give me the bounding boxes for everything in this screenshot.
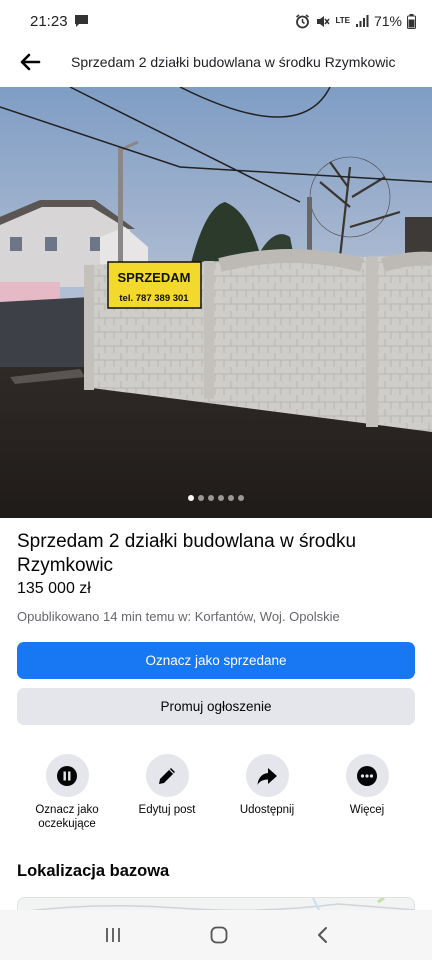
action-more[interactable]: Więcej	[317, 754, 417, 831]
status-time: 21:23	[30, 12, 68, 30]
action-edit-post[interactable]: Edytuj post	[117, 754, 217, 831]
alarm-icon	[296, 13, 310, 28]
carousel-dots	[0, 495, 432, 501]
arrow-left-icon	[20, 53, 41, 71]
status-bar: 21:23 LTE 71%	[0, 0, 432, 42]
location-section-title: Lokalizacja bazowa	[17, 862, 170, 880]
status-left: 21:23	[30, 13, 89, 30]
action-circle[interactable]	[245, 754, 289, 797]
recent-apps-icon[interactable]	[104, 927, 122, 943]
action-circle[interactable]	[145, 754, 189, 797]
action-label: Więcej	[349, 804, 385, 816]
back-button[interactable]	[0, 42, 60, 82]
carousel-dot[interactable]	[238, 495, 244, 501]
action-circle[interactable]	[45, 754, 89, 797]
network-label: LTE	[335, 16, 350, 25]
mark-sold-button[interactable]: Oznacz jako sprzedane	[17, 642, 415, 679]
action-circle[interactable]	[345, 754, 389, 797]
promote-button[interactable]: Promuj ogłoszenie	[17, 688, 415, 725]
mute-icon	[317, 15, 331, 27]
pencil-icon	[159, 767, 175, 784]
home-icon[interactable]	[210, 926, 228, 944]
pause-icon	[57, 765, 77, 786]
listing-meta: Opublikowano 14 min temu w: Korfantów, W…	[17, 609, 340, 624]
battery-percent: 71%	[373, 13, 402, 29]
listing-photo[interactable]: SPRZEDAM tel. 787 389 301	[0, 87, 432, 518]
photo-scene: SPRZEDAM tel. 787 389 301	[0, 87, 432, 518]
listing-price: 135 000 zł	[17, 580, 91, 597]
action-mark-pending[interactable]: Oznacz jako oczekujące	[17, 754, 117, 831]
status-right: LTE 71%	[295, 13, 416, 29]
action-share[interactable]: Udostępnij	[217, 754, 317, 831]
back-nav-icon[interactable]	[316, 926, 328, 944]
action-label: Edytuj post	[138, 804, 196, 816]
system-nav-bar	[0, 910, 432, 960]
share-icon	[257, 767, 277, 785]
action-row: Oznacz jako oczekujące Edytuj post Udost…	[0, 754, 432, 831]
carousel-dot[interactable]	[198, 495, 204, 501]
signal-icon	[355, 15, 369, 27]
sign-text: SPRZEDAM	[118, 270, 191, 285]
carousel-dot[interactable]	[208, 495, 214, 501]
carousel-dot[interactable]	[188, 495, 194, 501]
sign-phone: tel. 787 389 301	[119, 293, 189, 304]
message-icon	[74, 15, 88, 27]
carousel-dot[interactable]	[218, 495, 224, 501]
action-label: Oznacz jako oczekujące	[35, 804, 99, 830]
more-icon	[357, 765, 377, 786]
action-label: Udostępnij	[239, 804, 295, 816]
carousel-dot[interactable]	[228, 495, 234, 501]
top-app-bar: Sprzedam 2 działki budowlana w środku Rz…	[0, 42, 432, 82]
page-title: Sprzedam 2 działki budowlana w środku Rz…	[71, 54, 396, 70]
listing-title: Sprzedam 2 działki budowlana w środku Rz…	[17, 531, 357, 576]
battery-icon	[407, 13, 416, 29]
